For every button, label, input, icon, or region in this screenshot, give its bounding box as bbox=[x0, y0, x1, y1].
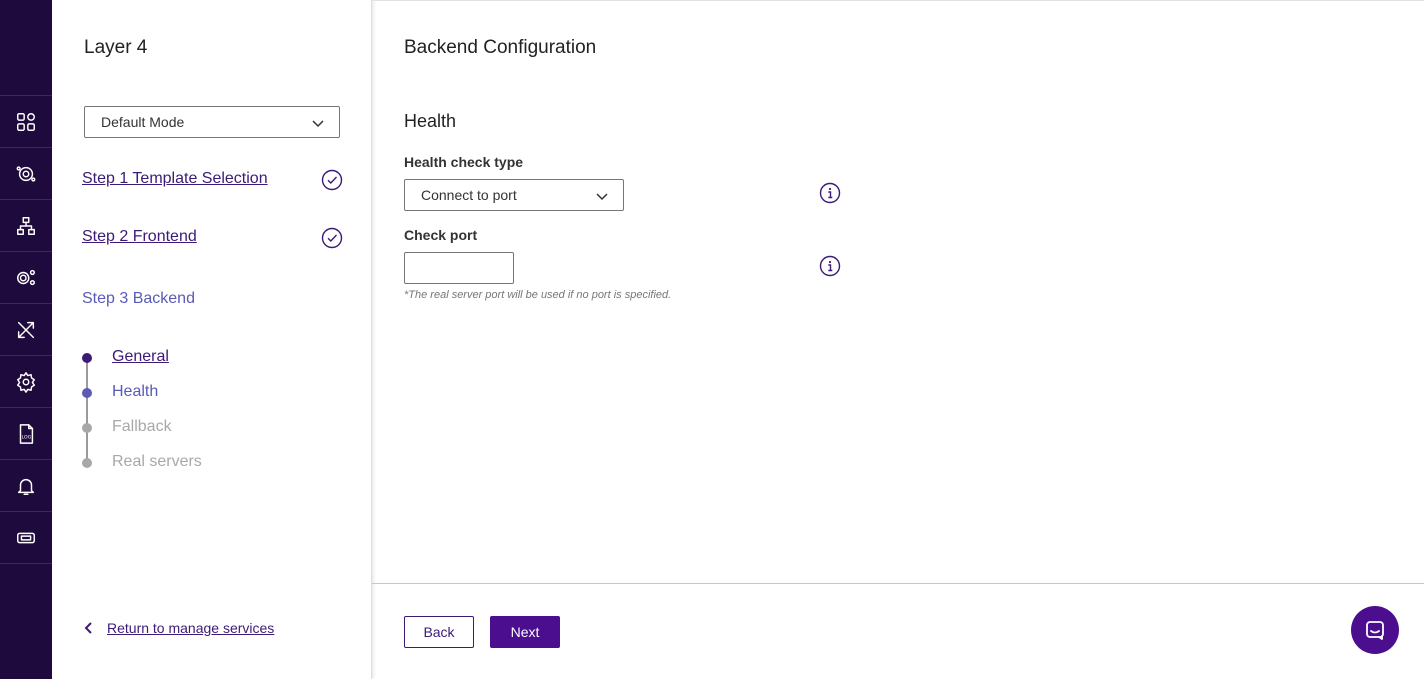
mode-select-value: Default Mode bbox=[101, 114, 185, 130]
substep-dot-general bbox=[82, 353, 92, 363]
rail-item-settings[interactable] bbox=[0, 355, 52, 407]
health-check-type-label: Health check type bbox=[404, 154, 524, 170]
chevron-left-icon bbox=[84, 622, 92, 634]
rail-item-notifications[interactable] bbox=[0, 459, 52, 511]
step-2-link[interactable]: Step 2 Frontend bbox=[82, 228, 197, 246]
top-border bbox=[372, 0, 1424, 1]
health-check-type-select[interactable]: Connect to port bbox=[404, 179, 624, 211]
section-title: Health bbox=[404, 111, 457, 131]
bell-icon bbox=[17, 478, 35, 495]
substep-dot-fallback bbox=[82, 423, 92, 433]
rail-item-system[interactable] bbox=[0, 251, 52, 303]
info-icon[interactable] bbox=[819, 255, 841, 277]
substep-dot-real-servers bbox=[82, 458, 92, 468]
footer-divider bbox=[372, 583, 1424, 584]
substep-health[interactable]: Health bbox=[112, 383, 158, 401]
check-port-hint: *The real server port will be used if no… bbox=[404, 289, 672, 301]
wizard-sidebar: Layer 4 Default Mode Step 1 Template Sel… bbox=[52, 0, 372, 679]
info-icon[interactable] bbox=[819, 182, 841, 204]
rail-item-network[interactable] bbox=[0, 199, 52, 251]
chat-button[interactable] bbox=[1351, 606, 1399, 654]
return-to-services-link[interactable]: Return to manage services bbox=[82, 620, 274, 636]
rail-item-logs[interactable]: LOG bbox=[0, 407, 52, 459]
check-port-label: Check port bbox=[404, 227, 478, 243]
check-port-input[interactable] bbox=[404, 252, 514, 284]
chat-icon bbox=[1366, 621, 1384, 640]
check-circle-icon bbox=[321, 227, 343, 249]
return-label: Return to manage services bbox=[107, 620, 275, 636]
cog-network-icon bbox=[16, 165, 36, 182]
svg-text:LOG: LOG bbox=[22, 434, 32, 440]
rail-item-dashboard[interactable] bbox=[0, 95, 52, 147]
rail-divider bbox=[0, 563, 52, 564]
wizard-title: Layer 4 bbox=[84, 37, 148, 58]
substep-fallback: Fallback bbox=[112, 418, 172, 435]
substep-real-servers: Real servers bbox=[112, 453, 202, 470]
settings-icon bbox=[17, 371, 35, 393]
ticket-icon bbox=[17, 532, 35, 543]
gears-icon bbox=[17, 269, 35, 285]
tools-icon bbox=[17, 321, 35, 338]
substep-general[interactable]: General bbox=[112, 348, 169, 366]
substep-dot-health bbox=[82, 388, 92, 398]
next-button[interactable]: Next bbox=[490, 616, 560, 648]
chevron-down-icon bbox=[595, 189, 609, 203]
grid-icon bbox=[17, 112, 35, 131]
health-check-type-value: Connect to port bbox=[421, 187, 517, 203]
main-content: Backend Configuration Health Health chec… bbox=[372, 0, 1424, 679]
check-circle-icon bbox=[321, 169, 343, 191]
rail-item-services[interactable] bbox=[0, 147, 52, 199]
log-file-icon: LOG bbox=[19, 423, 34, 444]
chevron-down-icon bbox=[311, 116, 325, 130]
substeps-connector bbox=[86, 358, 88, 463]
mode-select[interactable]: Default Mode bbox=[84, 106, 340, 138]
network-icon bbox=[17, 216, 35, 235]
rail-item-licensing[interactable] bbox=[0, 511, 52, 563]
rail-item-tools[interactable] bbox=[0, 303, 52, 355]
step-3-current: Step 3 Backend bbox=[82, 290, 195, 307]
icon-rail: LOG bbox=[0, 0, 52, 679]
page-title: Backend Configuration bbox=[404, 37, 597, 58]
step-1-link[interactable]: Step 1 Template Selection bbox=[82, 170, 268, 188]
back-button[interactable]: Back bbox=[404, 616, 474, 648]
